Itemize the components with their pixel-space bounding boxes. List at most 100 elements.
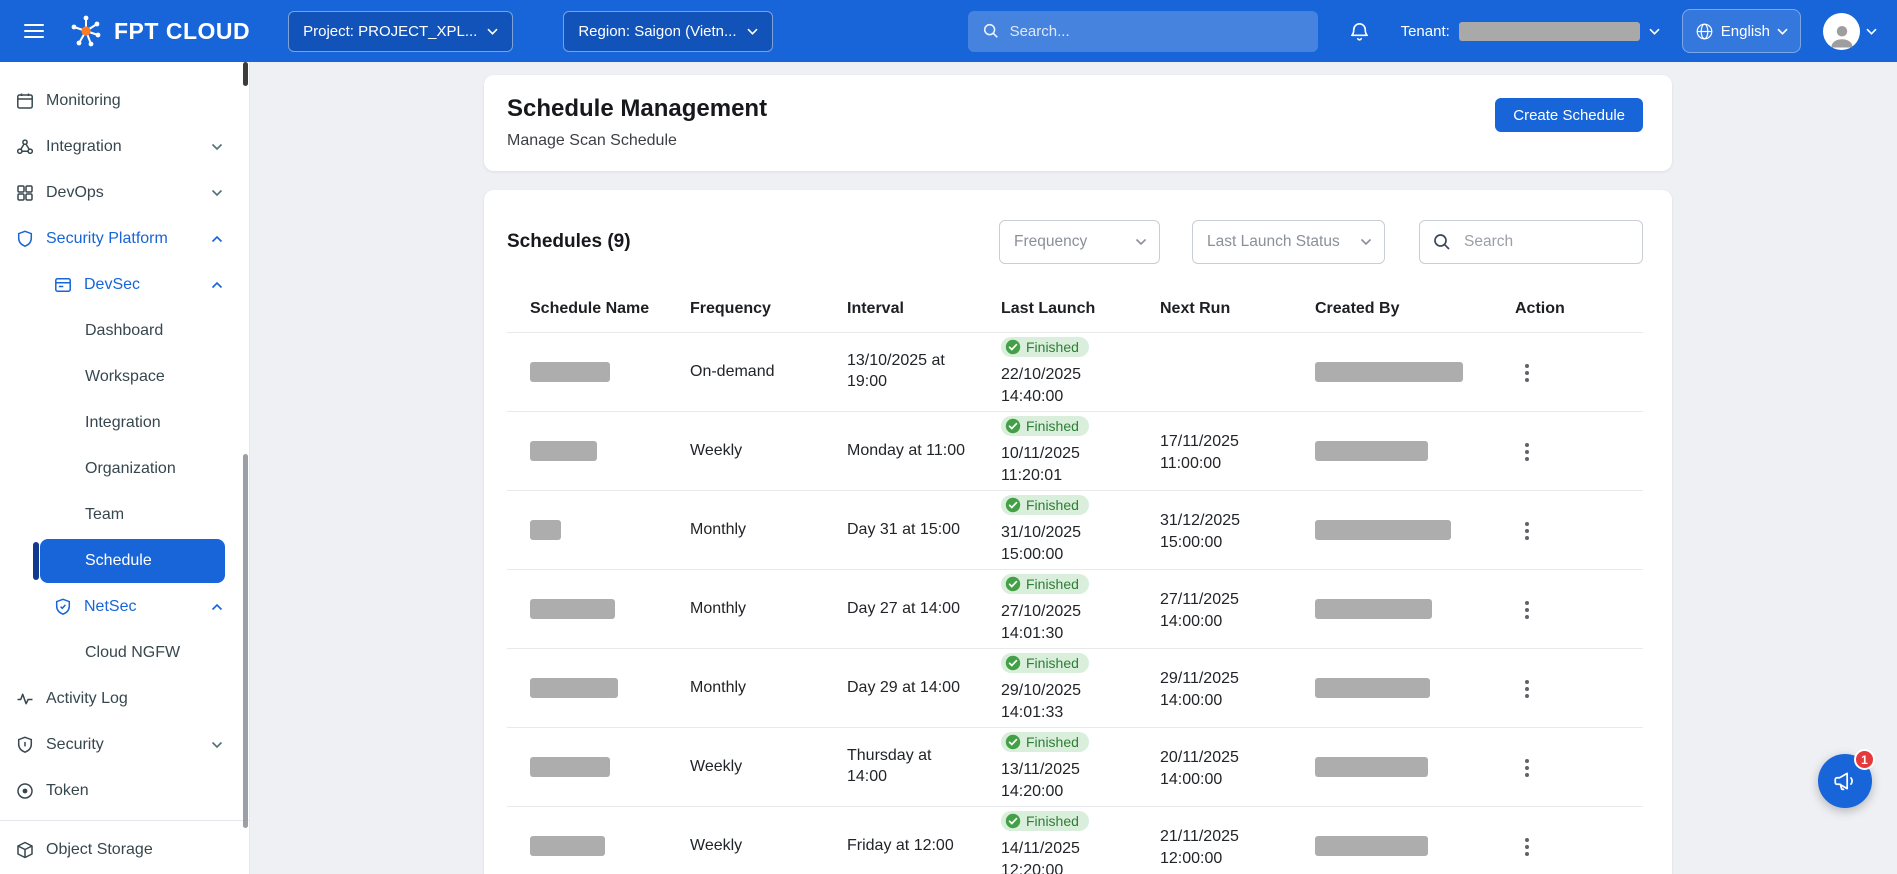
schedule-row: MonthlyDay 29 at 14:00Finished29/10/2025… [507,649,1643,728]
table-search [1419,220,1643,264]
row-actions-button[interactable] [1515,593,1539,627]
created-by-cell [1315,807,1515,874]
sidebar-item-integration-devsec[interactable]: Integration [0,400,249,446]
tenant-selector[interactable]: Tenant: [1401,22,1660,41]
frequency-filter[interactable]: Frequency [999,220,1160,264]
main-content: Schedule Management Manage Scan Schedule… [250,62,1897,874]
col-frequency: Frequency [690,286,847,333]
created-by-redacted [1315,520,1451,540]
sidebar-item-label: Token [46,782,89,800]
row-actions-button[interactable] [1515,435,1539,469]
chevron-down-icon [487,28,498,35]
sidebar-item-devops[interactable]: DevOps [0,170,249,216]
sidebar-item-integration[interactable]: Integration [0,124,249,170]
created-by-redacted [1315,757,1428,777]
status-label: Finished [1026,418,1079,434]
sidebar-item-devsec[interactable]: DevSec [0,262,249,308]
last-launch-cell: Finished29/10/2025 14:01:33 [1001,649,1160,728]
user-icon [1827,20,1857,50]
sidebar-item-label: Activity Log [46,690,128,708]
last-launch-time: 14/11/2025 12:20:00 [1001,838,1121,874]
check-circle-icon [1005,576,1021,592]
sidebar-scrollbar-thumb[interactable] [243,454,248,828]
interval-cell: Day 27 at 14:00 [847,570,1001,649]
created-by-cell [1315,728,1515,807]
sidebar-item-netsec[interactable]: NetSec [0,584,249,630]
notifications-button[interactable] [1344,16,1375,47]
user-menu[interactable] [1823,13,1877,50]
created-by-cell [1315,570,1515,649]
schedule-name-redacted [530,836,605,856]
sidebar-item-workspace[interactable]: Workspace [0,354,249,400]
row-actions-button[interactable] [1515,514,1539,548]
sidebar-item-security-platform[interactable]: Security Platform [0,216,249,262]
chevron-up-icon [211,603,223,611]
global-search [968,11,1318,52]
sidebar-scrollbar-thumb-top[interactable] [243,62,248,86]
project-selector[interactable]: Project: PROJECT_XPL... [288,11,513,52]
sidebar-item-label: DevOps [46,184,104,202]
top-nav: FPT CLOUD Project: PROJECT_XPL... Region… [0,0,1897,62]
page-header-card: Schedule Management Manage Scan Schedule… [484,75,1672,171]
next-run-cell: 21/11/2025 12:00:00 [1160,807,1315,874]
row-actions-button[interactable] [1515,356,1539,390]
col-next-run: Next Run [1160,286,1315,333]
next-run-time: 27/11/2025 14:00:00 [1160,589,1280,632]
schedule-name-cell [507,491,690,570]
monitoring-icon [15,91,35,111]
row-actions-button[interactable] [1515,672,1539,706]
status-badge: Finished [1001,574,1089,594]
sidebar-item-object-storage[interactable]: Object Storage [0,827,249,873]
sidebar-item-activity-log[interactable]: Activity Log [0,676,249,722]
sidebar-item-team[interactable]: Team [0,492,249,538]
chevron-down-icon [1135,238,1147,246]
created-by-redacted [1315,441,1428,461]
schedules-heading: Schedules (9) [507,231,631,253]
announcements-fab[interactable]: 1 [1818,754,1872,808]
row-actions-button[interactable] [1515,830,1539,864]
action-cell [1515,728,1643,807]
hamburger-menu-button[interactable] [14,11,54,51]
sidebar-item-security[interactable]: Security [0,722,249,768]
action-cell [1515,570,1643,649]
last-launch-status-filter[interactable]: Last Launch Status [1192,220,1385,264]
last-launch-time: 10/11/2025 11:20:01 [1001,443,1121,486]
language-selector[interactable]: English [1682,9,1801,53]
interval-cell: Monday at 11:00 [847,412,1001,491]
sidebar-item-monitoring[interactable]: Monitoring [0,78,249,124]
last-launch-cell: Finished13/11/2025 14:20:00 [1001,728,1160,807]
action-cell [1515,807,1643,874]
sidebar-item-label: Monitoring [46,92,121,110]
status-label: Finished [1026,655,1079,671]
region-selector[interactable]: Region: Saigon (Vietn... [563,11,772,52]
last-launch-cell: Finished 10/11/2025 11:20:01 [1001,412,1160,491]
chevron-down-icon [1360,238,1372,246]
last-launch-time: 31/10/2025 15:00:00 [1001,522,1121,565]
devsec-icon [53,275,73,295]
check-circle-icon [1005,339,1021,355]
brand-logo[interactable]: FPT CLOUD [68,13,250,49]
schedule-name-cell [507,570,690,649]
schedule-name-redacted [530,520,561,540]
row-actions-button[interactable] [1515,751,1539,785]
create-schedule-button[interactable]: Create Schedule [1495,98,1643,132]
col-created-by: Created By [1315,286,1515,333]
sidebar-item-dashboard[interactable]: Dashboard [0,308,249,354]
schedule-row: WeeklyThursday at 14:00Finished13/11/202… [507,728,1643,807]
sidebar-item-organization[interactable]: Organization [0,446,249,492]
global-search-input[interactable] [968,11,1318,52]
sidebar-item-cloud-ngfw[interactable]: Cloud NGFW [0,630,249,676]
devops-icon [15,183,35,203]
last-launch-cell: Finished31/10/2025 15:00:00 [1001,491,1160,570]
sidebar-item-label: Organization [85,460,176,478]
sidebar: Monitoring Integration DevOps Security P… [0,62,250,874]
check-circle-icon [1005,497,1021,513]
sidebar-item-token[interactable]: Token [0,768,249,814]
schedule-name-redacted [530,362,610,382]
tenant-name-redacted [1459,22,1640,41]
search-icon [982,22,1000,40]
security-shield-icon [15,735,35,755]
table-search-input[interactable] [1419,220,1643,264]
sidebar-item-schedule[interactable]: Schedule [40,539,225,583]
sidebar-item-label: Dashboard [85,322,163,340]
